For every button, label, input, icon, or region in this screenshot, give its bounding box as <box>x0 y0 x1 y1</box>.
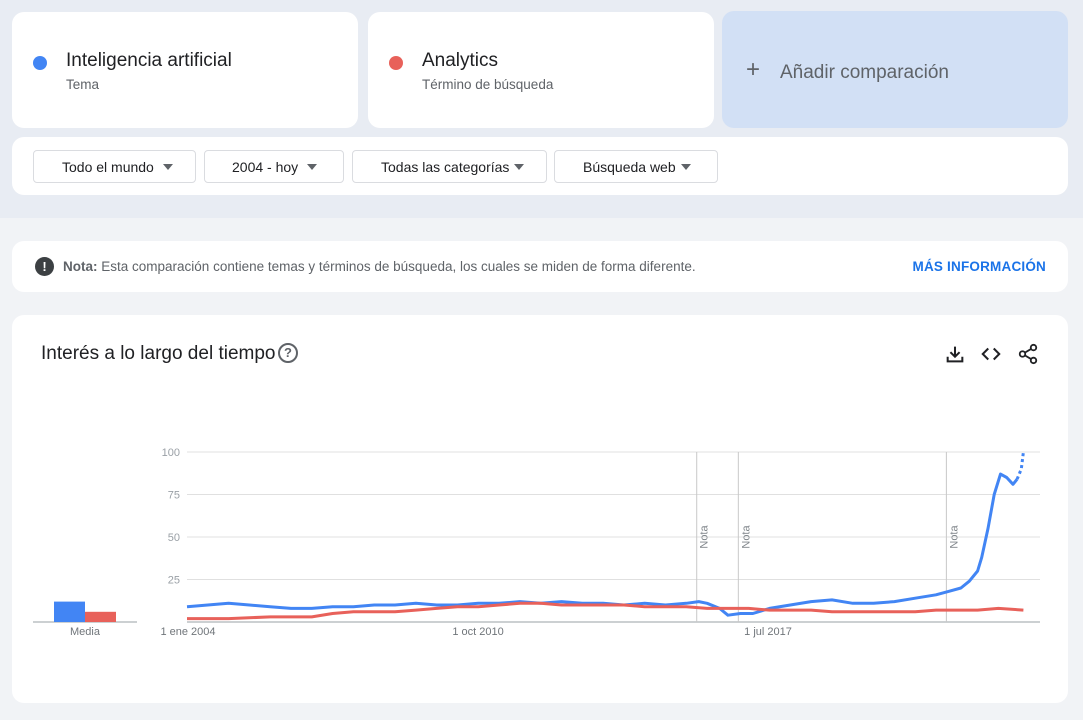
term-card-analytics[interactable]: Analytics Término de búsqueda <box>368 12 714 128</box>
chart-title: Interés a lo largo del tiempo <box>41 343 276 364</box>
series-color-dot <box>33 56 47 70</box>
term-kind: Término de búsqueda <box>422 77 554 92</box>
term-name: Inteligencia artificial <box>66 50 232 71</box>
caret-down-icon <box>307 164 317 170</box>
series-color-dot <box>389 56 403 70</box>
share-icon[interactable] <box>1017 343 1039 365</box>
note-text: Nota: Esta comparación contiene temas y … <box>63 259 696 274</box>
note-prefix: Nota: <box>63 259 98 274</box>
filters-bar: Todo el mundo 2004 - hoy Todas las categ… <box>12 137 1068 195</box>
note-body: Esta comparación contiene temas y términ… <box>101 259 696 274</box>
download-icon[interactable] <box>944 343 966 365</box>
caret-down-icon <box>514 164 524 170</box>
plus-icon: + <box>746 56 761 83</box>
alert-icon: ! <box>35 257 54 276</box>
term-name: Analytics <box>422 50 499 71</box>
category-dropdown[interactable]: Todas las categorías <box>352 150 547 183</box>
dropdown-label: Todo el mundo <box>62 159 154 175</box>
caret-down-icon <box>163 164 173 170</box>
term-card-inteligencia-artificial[interactable]: Inteligencia artificial Tema <box>12 12 358 128</box>
more-info-link[interactable]: MÁS INFORMACIÓN <box>913 259 1047 274</box>
comparison-note: ! Nota: Esta comparación contiene temas … <box>12 241 1068 292</box>
time-range-dropdown[interactable]: 2004 - hoy <box>204 150 344 183</box>
dropdown-label: Búsqueda web <box>583 159 676 175</box>
dropdown-label: 2004 - hoy <box>232 159 299 175</box>
term-kind: Tema <box>66 77 100 92</box>
embed-icon[interactable] <box>980 343 1002 365</box>
dropdown-label: Todas las categorías <box>381 159 510 175</box>
location-dropdown[interactable]: Todo el mundo <box>33 150 196 183</box>
add-comparison-label: Añadir comparación <box>780 62 949 83</box>
interest-over-time-card: Interés a lo largo del tiempo ? <box>12 315 1068 703</box>
search-type-dropdown[interactable]: Búsqueda web <box>554 150 718 183</box>
add-comparison-button[interactable]: + Añadir comparación <box>722 11 1068 128</box>
help-icon[interactable]: ? <box>278 343 298 363</box>
caret-down-icon <box>681 164 691 170</box>
